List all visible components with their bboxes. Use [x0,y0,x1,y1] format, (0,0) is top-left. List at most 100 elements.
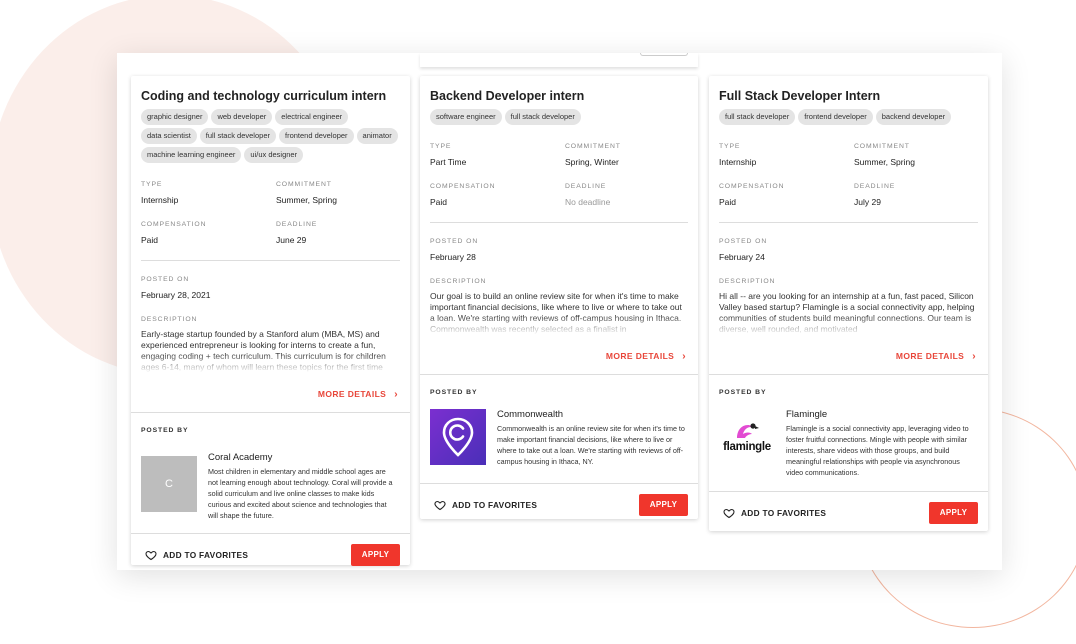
org-initial: C [165,478,173,490]
tag: software engineer [430,109,502,125]
type-value: Part Time [430,157,467,167]
heart-icon [434,500,446,510]
commitment-label: COMMITMENT [565,143,621,150]
divider [141,260,400,261]
tag: electrical engineer [275,109,349,125]
org-info: Commonwealth Commonwealth is an online r… [430,409,688,467]
job-title: Full Stack Developer Intern [719,89,881,103]
job-description: Early-stage startup founded by a Stanfor… [141,329,386,372]
job-title: Coding and technology curriculum intern [141,89,387,103]
org-name[interactable]: Commonwealth [497,409,685,421]
add-to-favorites-label: ADD TO FAVORITES [452,499,538,510]
posted-by-label: POSTED BY [719,389,767,396]
more-details-link[interactable]: MORE DETAILS › [141,389,400,400]
posted-by-label: POSTED BY [141,427,189,434]
add-to-favorites-button[interactable]: ADD TO FAVORITES [145,549,248,561]
heart-icon [145,550,157,560]
job-details-grid: TYPE Internship COMMITMENT Summer, Spring … [719,142,978,208]
posted-on-label: POSTED ON [141,276,190,283]
apply-button[interactable]: APPLY [929,501,978,524]
previous-card-button-stub [640,53,688,56]
compensation-value: Paid [719,197,737,207]
more-details-link[interactable]: MORE DETAILS › [719,351,978,362]
commitment-label: COMMITMENT [276,181,332,188]
deadline-label: DEADLINE [854,183,896,190]
posted-by-section: POSTED BY flamingle Flamingle Flamingle … [709,374,988,488]
compensation-label: COMPENSATION [430,183,496,190]
commonwealth-logo [430,409,486,465]
tag: frontend developer [798,109,873,125]
card-actions: ADD TO FAVORITES APPLY [131,533,410,575]
job-card-backend-developer: Backend Developer intern software engine… [420,76,698,519]
tag: full stack developer [719,109,796,125]
posted-on-label: POSTED ON [719,238,768,245]
card-actions: ADD TO FAVORITES APPLY [709,491,988,533]
posted-on-label: POSTED ON [430,238,479,245]
description-label: DESCRIPTION [141,316,198,323]
divider [430,222,688,223]
job-card-full-stack-developer: Full Stack Developer Intern full stack d… [709,76,988,531]
description-label: DESCRIPTION [430,278,487,285]
tag-list: full stack developer frontend developer … [719,109,978,125]
compensation-label: COMPENSATION [719,183,785,190]
job-details-grid: TYPE Part Time COMMITMENT Spring, Winter C… [430,142,688,208]
apply-button[interactable]: APPLY [351,543,400,566]
org-description: Flamingle is a social connectivity app, … [786,424,969,477]
tag: backend developer [875,109,952,125]
job-description: Hi all -- are you looking for an interns… [719,291,975,334]
apply-button[interactable]: APPLY [639,493,688,516]
more-details-label: MORE DETAILS [317,389,387,399]
chevron-right-icon: › [682,351,686,362]
deadline-value: June 29 [276,235,307,245]
type-value: Internship [141,195,179,205]
commitment-value: Summer, Spring [276,195,337,205]
tag: animator [356,128,398,144]
job-title: Backend Developer intern [430,89,585,103]
type-label: TYPE [430,143,452,150]
tag: full stack developer [504,109,581,125]
tag-list: software engineer full stack developer [430,109,688,125]
commitment-label: COMMITMENT [854,143,910,150]
tag: full stack developer [199,128,276,144]
type-label: TYPE [719,143,741,150]
compensation-value: Paid [141,235,159,245]
flamingle-wordmark: flamingle [723,440,771,453]
add-to-favorites-button[interactable]: ADD TO FAVORITES [723,507,826,519]
divider [719,222,978,223]
tag: web developer [211,109,273,125]
tag: frontend developer [278,128,354,144]
more-details-label: MORE DETAILS [895,351,965,361]
previous-card-stub [420,53,698,67]
posted-on-value: February 28, 2021 [141,290,211,300]
compensation-value: Paid [430,197,448,207]
type-label: TYPE [141,181,163,188]
flamingle-logo: flamingle [719,409,775,465]
more-details-label: MORE DETAILS [605,351,675,361]
tag: graphic designer [141,109,209,125]
commitment-value: Summer, Spring [854,157,915,167]
type-value: Internship [719,157,757,167]
add-to-favorites-label: ADD TO FAVORITES [163,549,249,560]
tag: machine learning engineer [141,147,242,163]
more-details-link[interactable]: MORE DETAILS › [430,351,688,362]
description-label: DESCRIPTION [719,278,776,285]
org-description: Commonwealth is an online review site fo… [497,424,685,466]
org-name[interactable]: Flamingle [786,409,974,421]
add-to-favorites-button[interactable]: ADD TO FAVORITES [434,499,537,511]
job-card-coding-curriculum: Coding and technology curriculum intern … [131,76,410,566]
heart-icon [723,508,735,518]
posted-on-value: February 28 [430,252,476,262]
posted-by-label: POSTED BY [430,389,478,396]
posted-by-section: POSTED BY Commonwealth Commonwealth is a… [420,374,698,477]
deadline-value: No deadline [565,197,611,207]
location-pin-icon [442,417,474,457]
flamingle-bird-icon [737,422,759,438]
deadline-label: DEADLINE [276,221,318,228]
tag-list: graphic designer web developer electrica… [141,109,400,163]
org-info: C Coral Academy Most children in element… [141,452,400,521]
commitment-value: Spring, Winter [565,157,619,167]
org-name[interactable]: Coral Academy [208,452,396,464]
deadline-label: DEADLINE [565,183,607,190]
tag: data scientist [141,128,197,144]
chevron-right-icon: › [394,389,398,400]
